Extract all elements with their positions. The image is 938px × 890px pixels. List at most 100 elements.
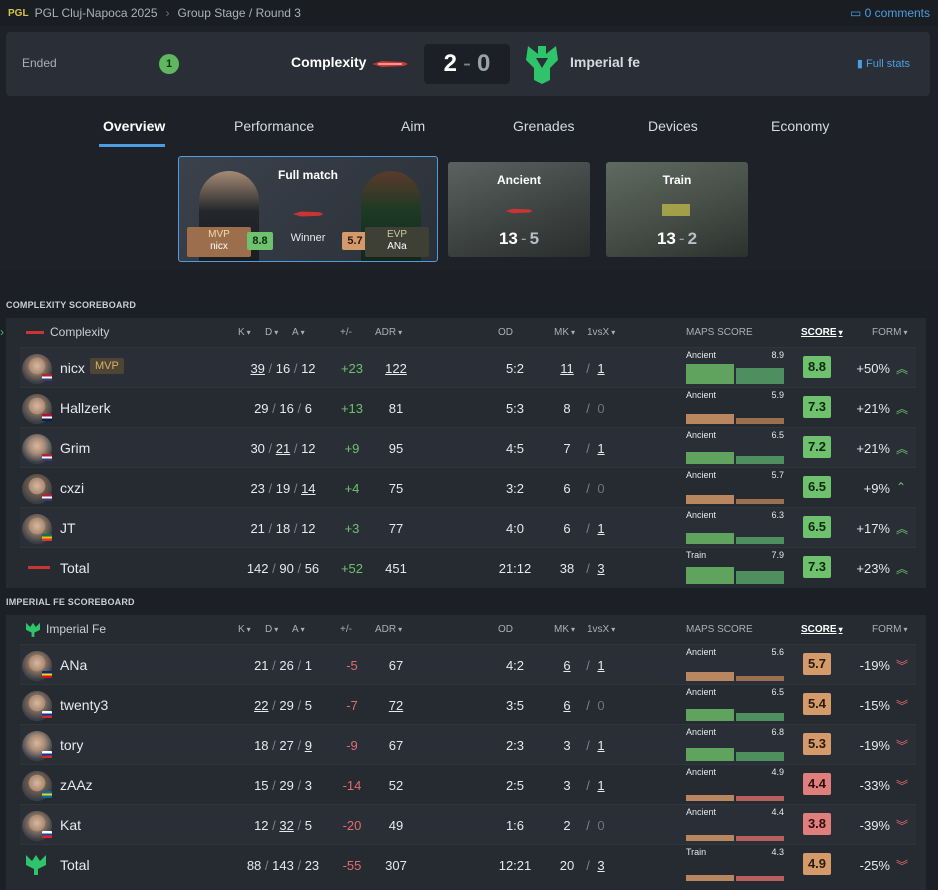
player-row[interactable]: nicx MVP 39 / 16 / 12 +23 122 5:2 11 / 1 Ancient 8… xyxy=(20,347,916,387)
maps-score-widget[interactable]: Ancient 5.9 xyxy=(686,390,784,426)
breadcrumb-stage[interactable]: Group Stage / Round 3 xyxy=(178,6,301,20)
adr-value: 451 xyxy=(385,561,407,576)
map-rating: 4.3 xyxy=(771,847,784,857)
team2-name[interactable]: Imperial fe xyxy=(570,54,640,70)
map-rating: 6.5 xyxy=(771,430,784,440)
multikills-header[interactable]: MK ▾ xyxy=(554,624,575,635)
tab-aim[interactable]: Aim xyxy=(401,118,425,134)
sort-desc-icon: ▾ xyxy=(838,328,843,337)
opening-duels-header[interactable]: OD xyxy=(498,327,513,338)
form-value: +23% xyxy=(856,561,890,576)
k-column-header[interactable]: K ▾ xyxy=(238,624,251,635)
maps-score-widget[interactable]: Ancient 6.5 xyxy=(686,430,784,466)
player-name[interactable]: Kat xyxy=(60,817,81,833)
map-rating-bar xyxy=(686,494,734,504)
map-score-team1: 13 xyxy=(656,229,676,248)
score-column-header[interactable]: SCORE ▾ xyxy=(801,624,843,635)
country-flag-icon xyxy=(42,414,52,421)
map-rating-bar xyxy=(686,452,734,464)
trend-up-icon: ︽ xyxy=(896,362,909,376)
team1-name[interactable]: Complexity xyxy=(291,54,366,70)
player-name[interactable]: ANa xyxy=(60,657,87,673)
maps-score-widget[interactable]: Ancient 4.9 xyxy=(686,767,784,803)
player-row[interactable]: cxzi 23 / 19 / 14 +4 75 3:2 6 / 0 Ancient 5.7 6.5 +… xyxy=(20,467,916,507)
player-name[interactable]: nicx xyxy=(60,360,85,376)
breadcrumb-event[interactable]: PGL Cluj-Napoca 2025 xyxy=(35,6,158,20)
player-name[interactable]: twenty3 xyxy=(60,697,108,713)
player-name[interactable]: tory xyxy=(60,737,83,753)
player-row[interactable]: JT 21 / 18 / 12 +3 77 4:0 6 / 1 Ancient 6.3 6.5 +17… xyxy=(20,507,916,547)
opening-duels-header[interactable]: OD xyxy=(498,624,513,635)
player-name[interactable]: JT xyxy=(60,520,76,536)
form-column-header[interactable]: FORM ▾ xyxy=(872,624,907,635)
player-name[interactable]: zAAz xyxy=(60,777,93,793)
expand-arrow-icon[interactable]: › xyxy=(0,325,4,339)
player-row[interactable]: zAAz 15 / 29 / 3 -14 52 2:5 3/1 Ancient 4.9 4.4-… xyxy=(20,764,916,804)
maps-score-widget[interactable]: Ancient 6.3 xyxy=(686,510,784,546)
maps-score-widget[interactable]: Ancient 4.4 xyxy=(686,807,784,843)
score-column-header[interactable]: SCORE ▾ xyxy=(801,327,843,338)
maps-score-widget[interactable]: Ancient 5.6 xyxy=(686,647,784,683)
scoreboard-team[interactable]: Imperial Fe xyxy=(26,622,106,637)
map-rating: 6.8 xyxy=(771,727,784,737)
plus-minus: -14 xyxy=(342,778,362,793)
adr-column-header[interactable]: ADR ▾ xyxy=(375,624,402,635)
tab-performance[interactable]: Performance xyxy=(234,118,314,134)
maps-score-widget[interactable]: Train 4.3 xyxy=(686,847,784,883)
map-name: Ancient xyxy=(686,470,717,480)
maps-score-header: MAPS SCORE xyxy=(686,327,753,338)
clutch-header[interactable]: 1vsX ▾ xyxy=(587,624,615,635)
kills: 15 xyxy=(254,778,269,793)
maps-score-widget[interactable]: Ancient 5.7 xyxy=(686,470,784,506)
map-name: Ancient xyxy=(686,350,717,360)
multikills: 11 xyxy=(560,361,574,376)
d-column-header[interactable]: D ▾ xyxy=(265,624,278,635)
comment-icon: ▭ xyxy=(849,6,865,20)
multikills-header[interactable]: MK ▾ xyxy=(554,327,575,338)
map-card-ancient[interactable]: Ancient 13-5 xyxy=(448,162,590,257)
player-score: 7.3 xyxy=(803,556,831,578)
a-column-header[interactable]: A ▾ xyxy=(292,624,305,635)
k-column-header[interactable]: K ▾ xyxy=(238,327,251,338)
player-name[interactable]: Hallzerk xyxy=(60,400,111,416)
full-stats-link[interactable]: ▮ Full stats xyxy=(857,57,910,70)
maps-score-widget[interactable]: Train 7.9 xyxy=(686,550,784,586)
player-row[interactable]: Hallzerk 29 / 16 / 6 +13 81 5:3 8 / 0 Ancient 5.9… xyxy=(20,387,916,427)
imperial-scoreboard-title: IMPERIAL FE SCOREBOARD xyxy=(6,597,135,607)
maps-score-widget[interactable]: Ancient 6.8 xyxy=(686,727,784,763)
player-row[interactable]: Kat 12 / 32 / 5 -20 49 1:6 2 / 0 Ancient 4.4 3.8 -3… xyxy=(20,804,916,844)
player-name[interactable]: cxzi xyxy=(60,480,84,496)
full-match-card[interactable]: Full match MVP nicx 8.8 Winner 5.7 EVP ANa xyxy=(178,156,438,262)
tab-grenades[interactable]: Grenades xyxy=(513,118,574,134)
plus-minus: +23 xyxy=(340,361,364,376)
maps-score-widget[interactable]: Ancient 8.9 xyxy=(686,350,784,386)
a-column-header[interactable]: A ▾ xyxy=(292,327,305,338)
d-column-header[interactable]: D ▾ xyxy=(265,327,278,338)
chevron-down-icon: ▾ xyxy=(246,625,251,634)
player-row[interactable]: tory 18 / 27 / 9 -9 67 2:3 3 / 1 Ancient 6.8 5.3 -1… xyxy=(20,724,916,764)
tab-overview[interactable]: Overview xyxy=(103,118,165,134)
player-row[interactable]: twenty3 22 / 29 / 5 -7 72 3:5 6 / 0 Ancient 6.5 5.… xyxy=(20,684,916,724)
map-card-train[interactable]: Train 13-2 xyxy=(606,162,748,257)
assists: 9 xyxy=(304,738,312,753)
map-name: Ancient xyxy=(686,687,717,697)
scoreboard-team[interactable]: Complexity xyxy=(26,325,109,339)
comments-link[interactable]: ▭ 0 comments xyxy=(850,6,930,20)
multikills-header-label: MK xyxy=(554,327,569,338)
clutch-header[interactable]: 1vsX ▾ xyxy=(587,327,615,338)
tab-economy[interactable]: Economy xyxy=(771,118,829,134)
kills: 12 xyxy=(254,818,269,833)
map-rating: 5.6 xyxy=(771,647,784,657)
adr-column-header[interactable]: ADR ▾ xyxy=(375,327,402,338)
player-row[interactable]: Grim 30 / 21 / 12 +9 95 4:5 7 / 1 Ancient 6.5 7.2 +… xyxy=(20,427,916,467)
deaths: 16 xyxy=(275,361,291,376)
form-column-header-label: FORM xyxy=(872,327,902,338)
form-column-header[interactable]: FORM ▾ xyxy=(872,327,907,338)
maps-score-widget[interactable]: Ancient 6.5 xyxy=(686,687,784,723)
map-rating-bar xyxy=(736,498,784,504)
player-name[interactable]: Grim xyxy=(60,440,90,456)
comments-label: 0 comments xyxy=(864,6,930,20)
player-row[interactable]: ANa 21 / 26 / 1 -5 67 4:2 6/1 Ancient 5.6 5.7 -19… xyxy=(20,644,916,684)
tab-devices[interactable]: Devices xyxy=(648,118,698,134)
map-rating-bar xyxy=(686,748,734,761)
